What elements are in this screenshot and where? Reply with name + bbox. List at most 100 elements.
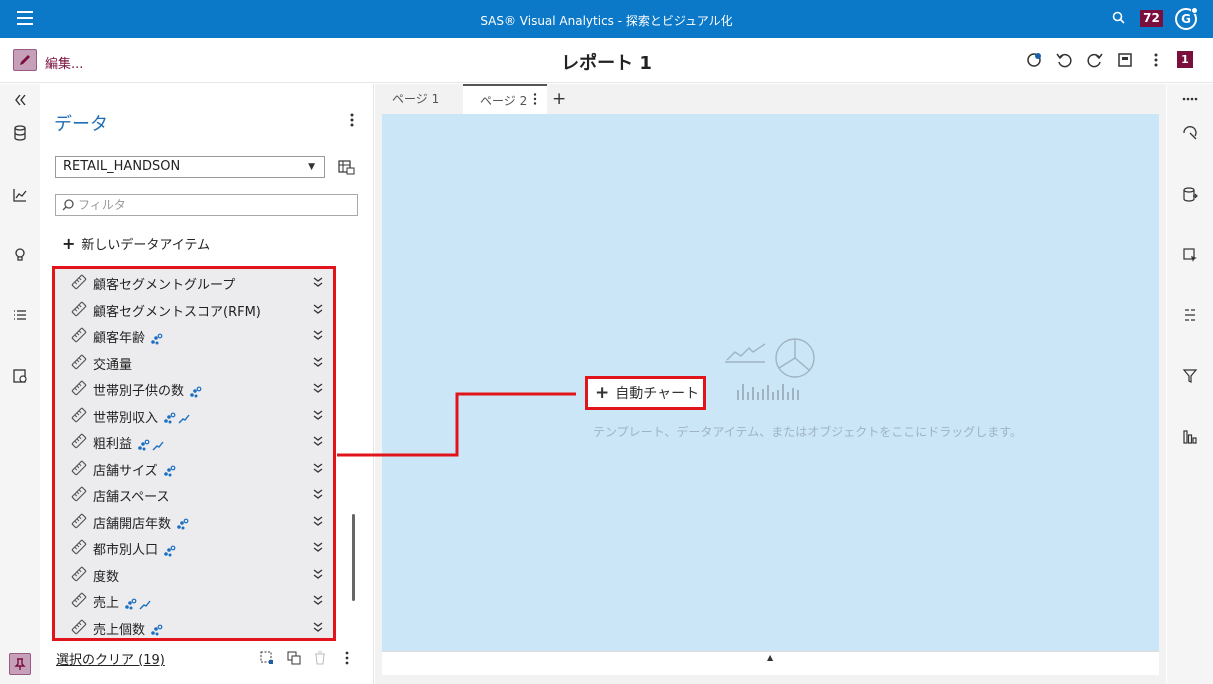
- undo-icon[interactable]: [1055, 51, 1073, 69]
- delete-icon[interactable]: [312, 650, 328, 666]
- measure-tag-icon: [71, 354, 87, 369]
- measure-tag-icon: [71, 486, 87, 502]
- report-canvas[interactable]: + 自動チャート テンプレート、データアイテム、またはオブジェクトをここにドラッグ…: [382, 114, 1159, 651]
- clear-selection-link[interactable]: 選択のクリア (19): [56, 649, 165, 668]
- expand-chevron-icon[interactable]: [312, 355, 324, 369]
- data-item-label: 世帯別子供の数: [93, 380, 202, 399]
- notification-badge[interactable]: 72: [1140, 10, 1163, 27]
- scatter-indicator-icon: [151, 624, 163, 636]
- search-icon[interactable]: [1111, 10, 1127, 26]
- auto-chart-label: 自動チャート: [615, 386, 700, 402]
- data-item[interactable]: 顧客セグメントグループ: [55, 269, 333, 296]
- more-horizontal-icon[interactable]: [1181, 90, 1199, 108]
- collapse-icon[interactable]: [11, 91, 29, 109]
- add-page-button[interactable]: +: [552, 89, 566, 109]
- trend-indicator-icon: [152, 441, 164, 450]
- expand-chevron-icon[interactable]: [312, 302, 324, 316]
- style-palette-icon[interactable]: [1181, 124, 1199, 142]
- pane-more-options-icon[interactable]: [346, 111, 358, 129]
- data-item[interactable]: 交通量: [55, 349, 333, 376]
- expand-chevron-icon[interactable]: [312, 514, 324, 528]
- refresh-globe-icon[interactable]: [1025, 51, 1043, 69]
- list-scrollbar[interactable]: [352, 514, 355, 601]
- data-item[interactable]: 店舗サイズ: [55, 455, 333, 482]
- data-source-value: RETAIL_HANDSON: [63, 159, 181, 174]
- tab-label: ページ 2: [480, 94, 528, 108]
- status-dot-icon: [1191, 7, 1198, 14]
- plus-icon: +: [595, 383, 610, 403]
- expand-chevron-icon[interactable]: [312, 567, 324, 581]
- data-item[interactable]: 売上: [55, 587, 333, 614]
- data-item-label: 店舗サイズ: [93, 460, 176, 479]
- list-icon[interactable]: [11, 306, 29, 324]
- measure-tag-icon: [71, 380, 87, 396]
- measure-tag-icon: [71, 301, 87, 316]
- scatter-indicator-icon: [138, 439, 150, 450]
- ranks-bar-icon[interactable]: [1181, 428, 1199, 446]
- expand-chevron-icon[interactable]: [312, 408, 324, 422]
- scatter-indicator-icon: [164, 545, 176, 556]
- expand-chevron-icon[interactable]: [312, 381, 324, 395]
- data-item-label: 店舗開店年数: [93, 513, 189, 532]
- expand-up-icon[interactable]: ▲: [767, 653, 773, 662]
- data-item[interactable]: 都市別人口: [55, 534, 333, 561]
- scatter-indicator-icon: [163, 465, 176, 477]
- data-item[interactable]: 世帯別収入: [55, 402, 333, 429]
- trend-indicator-icon: [178, 414, 190, 424]
- plus-icon: +: [62, 234, 76, 253]
- save-icon[interactable]: [1116, 51, 1134, 69]
- data-item-label: 世帯別収入: [93, 407, 190, 426]
- right-icon-rail: [1167, 84, 1213, 684]
- duplicate-icon[interactable]: [286, 650, 302, 666]
- user-avatar[interactable]: G: [1175, 7, 1198, 30]
- data-item[interactable]: 店舗スペース: [55, 481, 333, 508]
- tab-page-1[interactable]: ページ 1: [375, 84, 463, 114]
- dropdown-caret-icon: ▼: [308, 162, 315, 172]
- data-item[interactable]: 顧客セグメントスコア(RFM): [55, 296, 333, 323]
- report-badge[interactable]: 1: [1177, 51, 1193, 68]
- expand-chevron-icon[interactable]: [312, 328, 324, 342]
- expand-chevron-icon[interactable]: [312, 487, 324, 501]
- filter-icon[interactable]: [1181, 367, 1199, 385]
- database-icon[interactable]: [11, 124, 29, 142]
- expand-chevron-icon[interactable]: [312, 461, 324, 475]
- report-options-icon[interactable]: [11, 367, 29, 385]
- data-source-select[interactable]: RETAIL_HANDSON ▼: [55, 156, 325, 178]
- data-item-list: 顧客セグメントグループ 顧客セグメントスコア(RFM) 顧客年齢交通量世帯別子供の数…: [52, 266, 336, 641]
- filter-input[interactable]: フィルタ: [55, 194, 358, 216]
- measure-tag-icon: [71, 513, 87, 528]
- data-item[interactable]: 売上個数: [55, 614, 333, 639]
- auto-chart-button[interactable]: + 自動チャート: [585, 376, 706, 410]
- tab-more-options-icon[interactable]: [532, 92, 538, 106]
- rules-icon[interactable]: [1181, 306, 1199, 324]
- report-toolbar: 編集... レポート 1 1: [0, 38, 1213, 83]
- expand-chevron-icon[interactable]: [312, 540, 324, 554]
- redo-icon[interactable]: [1086, 51, 1104, 69]
- expand-chevron-icon[interactable]: [312, 620, 324, 634]
- more-options-icon[interactable]: [339, 650, 355, 666]
- actions-cursor-icon[interactable]: [1181, 246, 1199, 264]
- data-item-label: 粗利益: [93, 433, 164, 452]
- data-table-icon[interactable]: [337, 158, 355, 176]
- data-item[interactable]: 粗利益: [55, 428, 333, 455]
- data-item[interactable]: 店舗開店年数: [55, 508, 333, 535]
- expand-chevron-icon[interactable]: [312, 275, 324, 289]
- line-chart-icon[interactable]: [11, 186, 29, 204]
- more-options-icon[interactable]: [1147, 51, 1165, 69]
- lightbulb-icon[interactable]: [11, 246, 29, 264]
- data-item-label: 顧客年齢: [93, 327, 163, 346]
- data-item[interactable]: 世帯別子供の数: [55, 375, 333, 402]
- new-data-item-button[interactable]: + 新しいデータアイテム: [62, 234, 210, 253]
- pin-button[interactable]: [9, 653, 31, 675]
- measure-tag-icon: [71, 566, 87, 581]
- app-title: SAS® Visual Analytics - 探索とビジュアル化: [480, 14, 733, 28]
- data-item[interactable]: 顧客年齢: [55, 322, 333, 349]
- select-area-icon[interactable]: [259, 650, 275, 666]
- expand-chevron-icon[interactable]: [312, 593, 324, 607]
- measure-tag-icon: [71, 433, 87, 449]
- data-item[interactable]: 度数: [55, 561, 333, 588]
- scatter-indicator-icon: [125, 598, 137, 609]
- tab-label: ページ 1: [392, 92, 440, 106]
- roles-database-icon[interactable]: [1181, 186, 1199, 204]
- expand-chevron-icon[interactable]: [312, 434, 324, 448]
